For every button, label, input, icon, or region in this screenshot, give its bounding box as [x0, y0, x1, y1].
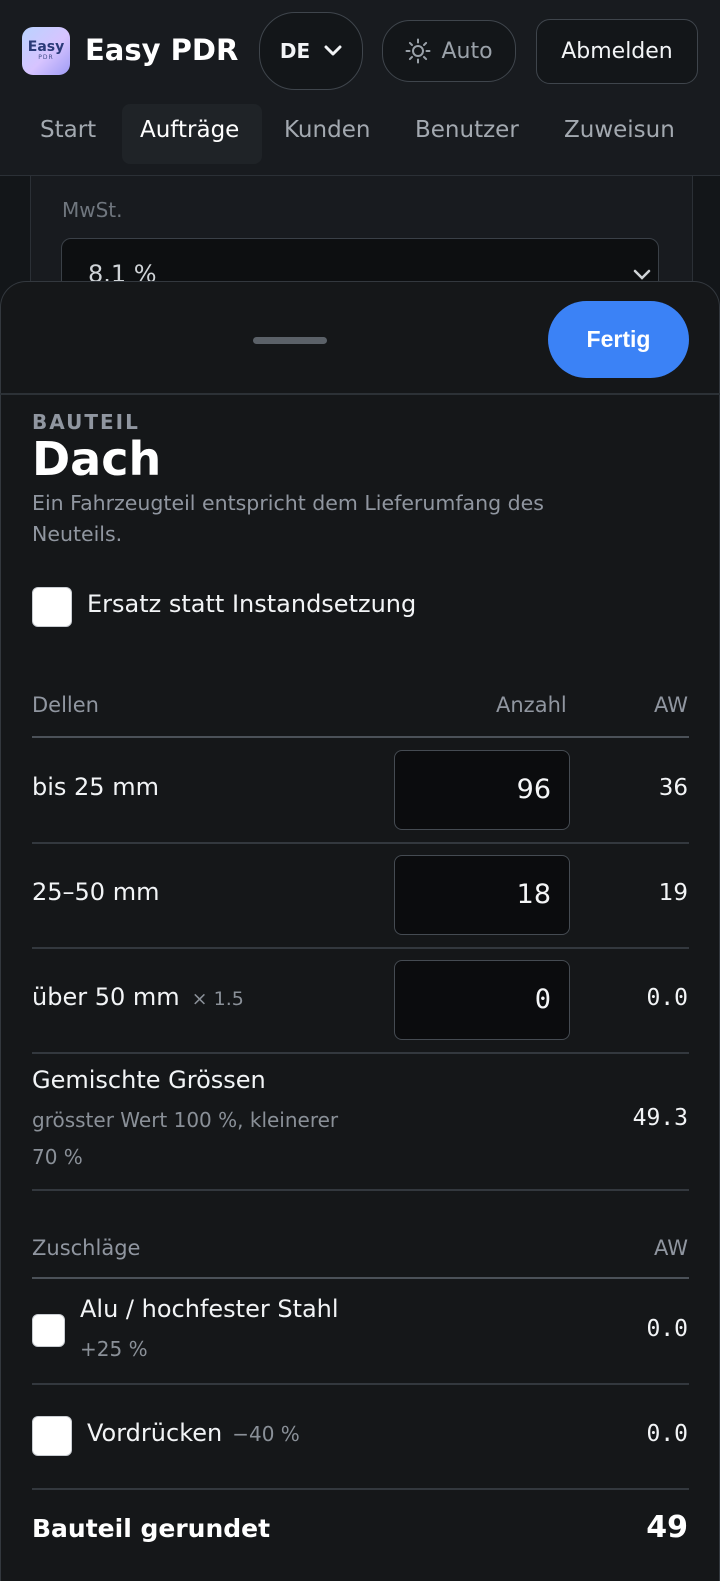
table-header-divider	[32, 736, 689, 738]
replace-label[interactable]: Ersatz statt Instandsetzung	[87, 590, 416, 618]
row-divider	[32, 1189, 689, 1191]
sun-icon	[405, 38, 431, 64]
mixed-sizes-note: grösster Wert 100 %, kleinerer	[32, 1108, 339, 1132]
pre-push-label[interactable]: Vordrücken −40 %	[87, 1419, 300, 1447]
replace-checkbox[interactable]	[32, 587, 72, 627]
row-divider	[32, 1052, 689, 1054]
nav-item-orders[interactable]: Aufträge	[122, 104, 262, 164]
nav-item-users[interactable]: Benutzer	[397, 104, 537, 164]
total-label: Bauteil gerundet	[32, 1514, 271, 1543]
nav-item-assignments[interactable]: Zuweisun	[546, 104, 693, 164]
alu-steel-aw-value: 0.0	[646, 1316, 688, 1342]
chevron-down-icon	[633, 269, 651, 280]
part-description: Ein Fahrzeugteil entspricht dem Lieferum…	[32, 491, 544, 546]
aw-column-header: AW	[654, 693, 688, 717]
dent-aw-value: 19	[658, 880, 688, 906]
dent-count-input[interactable]: 18	[394, 855, 570, 935]
pre-push-text: Vordrücken	[87, 1419, 223, 1447]
dents-header: Dellen	[32, 693, 99, 717]
dent-size-text: über 50 mm	[32, 983, 180, 1011]
dent-size-label: über 50 mm × 1.5	[32, 983, 244, 1011]
logout-button[interactable]: Abmelden	[536, 19, 698, 84]
app-title: Easy PDR	[85, 33, 239, 67]
alu-steel-note: +25 %	[80, 1337, 148, 1361]
nav-item-customers[interactable]: Kunden	[266, 104, 388, 164]
table-header-divider	[32, 1277, 689, 1279]
main-nav: Start Aufträge Kunden Benutzer Zuweisun	[0, 104, 720, 164]
mixed-sizes-label: Gemischte Grössen	[32, 1066, 266, 1094]
part-title: Dach	[32, 432, 162, 486]
language-value: DE	[279, 39, 311, 63]
pre-push-aw-value: 0.0	[646, 1421, 688, 1447]
vat-label: MwSt.	[62, 198, 123, 222]
chevron-down-icon	[324, 45, 342, 56]
count-column-header: Anzahl	[496, 693, 567, 717]
surcharges-header: Zuschläge	[32, 1236, 141, 1260]
multiplier-note: × 1.5	[191, 988, 244, 1010]
language-select[interactable]: DE	[259, 12, 363, 90]
theme-toggle-button[interactable]: Auto	[382, 20, 516, 82]
sheet-header-divider	[0, 393, 720, 395]
pre-push-note: −40 %	[232, 1422, 300, 1446]
mixed-aw-value: 49.3	[632, 1105, 688, 1131]
app-logo[interactable]: Easy PDR	[22, 27, 70, 75]
total-value: 49	[646, 1510, 688, 1545]
alu-steel-label[interactable]: Alu / hochfester Stahl	[80, 1295, 339, 1323]
dent-aw-value: 0.0	[646, 985, 688, 1011]
logo-text: Easy	[27, 39, 65, 55]
row-divider	[32, 1383, 689, 1385]
sheet-drag-handle[interactable]	[253, 337, 327, 344]
dent-aw-value: 36	[658, 775, 688, 801]
pre-push-checkbox[interactable]	[32, 1416, 72, 1456]
alu-steel-checkbox[interactable]	[32, 1314, 65, 1347]
aw-column-header: AW	[654, 1236, 688, 1260]
dent-count-input[interactable]: 96	[394, 750, 570, 830]
dent-size-label: 25–50 mm	[32, 878, 160, 906]
done-button[interactable]: Fertig	[548, 301, 689, 378]
dent-size-label: bis 25 mm	[32, 773, 159, 801]
row-divider	[32, 1488, 689, 1490]
logo-subtext: PDR	[38, 54, 54, 61]
row-divider	[32, 842, 689, 844]
row-divider	[32, 947, 689, 949]
app-header: Easy PDR Easy PDR DE Auto Abmelden Start…	[0, 0, 720, 176]
nav-item-start[interactable]: Start	[22, 104, 114, 164]
dent-count-input[interactable]: 0	[394, 960, 570, 1040]
theme-label: Auto	[441, 38, 493, 64]
mixed-sizes-note-cont: 70 %	[32, 1145, 83, 1169]
